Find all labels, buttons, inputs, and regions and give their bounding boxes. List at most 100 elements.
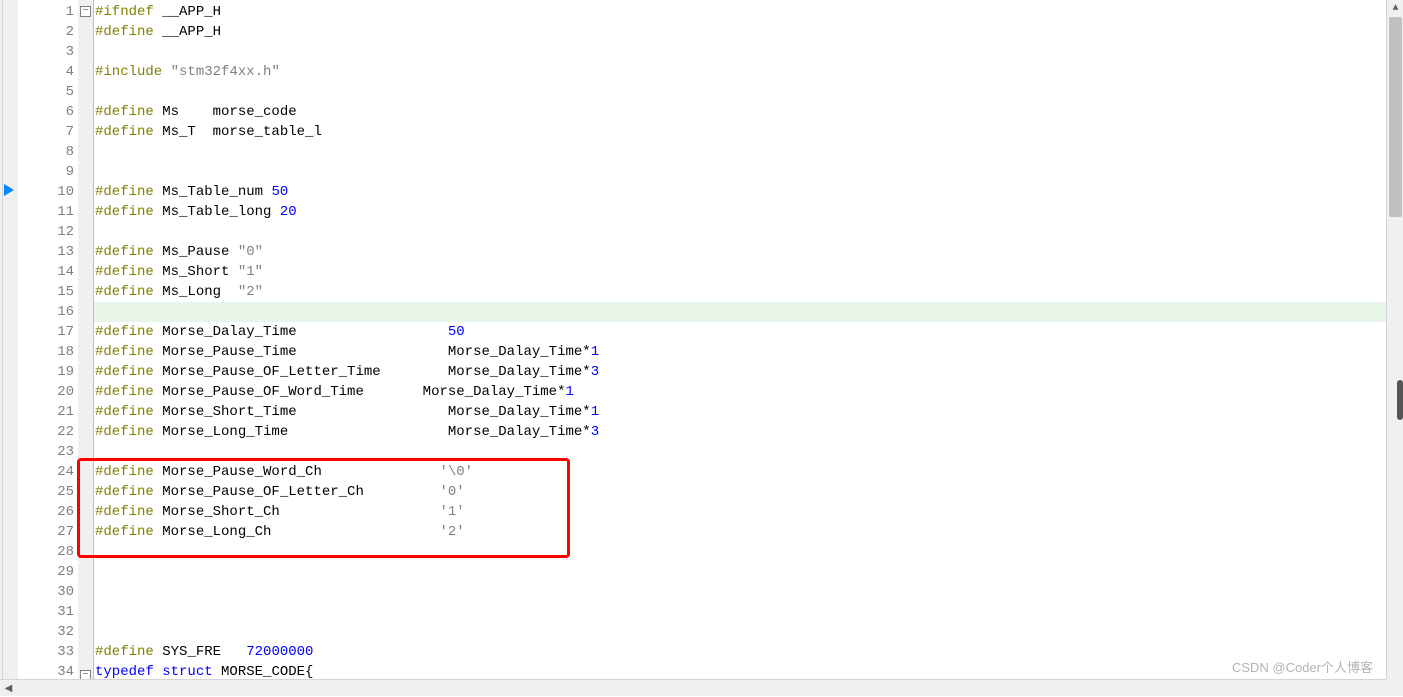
code-token: 50 [271, 184, 288, 200]
line-number: 8 [18, 142, 74, 162]
code-line[interactable]: #define Ms_Table_num 50 [94, 182, 1403, 202]
line-number: 21 [18, 402, 74, 422]
code-token: #define [95, 24, 162, 40]
line-number: 15 [18, 282, 74, 302]
code-line[interactable] [94, 582, 1403, 602]
code-token: Ms_Table_num [162, 184, 271, 200]
code-token: #define [95, 124, 162, 140]
code-line[interactable]: #define Ms_T morse_table_l [94, 122, 1403, 142]
code-line[interactable] [94, 442, 1403, 462]
line-number: 3 [18, 42, 74, 62]
code-line[interactable]: #define Morse_Short_Time Morse_Dalay_Tim… [94, 402, 1403, 422]
code-editor[interactable]: 1234567891011121314151617181920212223242… [0, 0, 1403, 696]
code-line[interactable]: #define Morse_Short_Ch '1' [94, 502, 1403, 522]
code-line[interactable]: #define Ms_Table_long 20 [94, 202, 1403, 222]
code-line[interactable]: #define Ms_Pause "0" [94, 242, 1403, 262]
code-token: '1' [439, 504, 464, 520]
code-token: #define [95, 464, 162, 480]
scroll-left-arrow-icon[interactable]: ◀ [0, 680, 17, 697]
code-line[interactable]: #define Morse_Long_Ch '2' [94, 522, 1403, 542]
code-token: 3 [591, 424, 599, 440]
vertical-scrollbar[interactable]: ▲ [1386, 0, 1403, 679]
code-line[interactable]: #define Morse_Pause_OF_Letter_Time Morse… [94, 362, 1403, 382]
code-line[interactable] [94, 622, 1403, 642]
code-token: Morse_Long_Ch [162, 524, 439, 540]
code-line[interactable]: #define Morse_Pause_OF_Word_Time Morse_D… [94, 382, 1403, 402]
line-number: 9 [18, 162, 74, 182]
code-token: Ms_Pause [162, 244, 238, 260]
code-line[interactable] [94, 542, 1403, 562]
code-line[interactable]: #define Ms morse_code [94, 102, 1403, 122]
code-token: Ms morse_code [162, 104, 296, 120]
line-number: 23 [18, 442, 74, 462]
code-line[interactable]: #include "stm32f4xx.h" [94, 62, 1403, 82]
code-token: 1 [565, 384, 573, 400]
line-number: 11 [18, 202, 74, 222]
code-line[interactable]: #define __APP_H [94, 22, 1403, 42]
line-number: 7 [18, 122, 74, 142]
code-line[interactable]: #define Morse_Dalay_Time 50 [94, 322, 1403, 342]
code-line[interactable]: #define SYS_FRE 72000000 [94, 642, 1403, 662]
code-token: #define [95, 484, 162, 500]
code-line[interactable]: #define Morse_Pause_Word_Ch '\0' [94, 462, 1403, 482]
line-number: 4 [18, 62, 74, 82]
code-line[interactable]: #ifndef __APP_H [94, 2, 1403, 22]
code-line[interactable]: #define Morse_Long_Time Morse_Dalay_Time… [94, 422, 1403, 442]
code-token: #define [95, 424, 162, 440]
vertical-scroll-thumb[interactable] [1389, 17, 1402, 217]
line-number: 19 [18, 362, 74, 382]
code-token: #define [95, 104, 162, 120]
line-number: 24 [18, 462, 74, 482]
code-token: #define [95, 244, 162, 260]
fold-gutter[interactable]: −− [78, 0, 94, 696]
code-token: __APP_H [162, 24, 221, 40]
code-token: Ms_T morse_table_l [162, 124, 322, 140]
code-token: #define [95, 324, 162, 340]
code-token: "2" [238, 284, 263, 300]
line-number: 16 [18, 302, 74, 322]
code-line[interactable] [94, 602, 1403, 622]
code-token: "0" [238, 244, 263, 260]
code-token: #include [95, 64, 171, 80]
code-token: #define [95, 184, 162, 200]
line-number: 33 [18, 642, 74, 662]
code-line[interactable] [94, 302, 1403, 322]
code-token: #define [95, 364, 162, 380]
horizontal-scrollbar[interactable]: ◀ [0, 679, 1386, 696]
code-line[interactable] [94, 82, 1403, 102]
code-token: #define [95, 504, 162, 520]
line-number: 31 [18, 602, 74, 622]
line-number: 13 [18, 242, 74, 262]
code-token: #define [95, 284, 162, 300]
line-number: 14 [18, 262, 74, 282]
fold-collapse-icon[interactable]: − [80, 6, 91, 17]
code-token: #define [95, 644, 162, 660]
line-number: 27 [18, 522, 74, 542]
code-line[interactable] [94, 142, 1403, 162]
code-line[interactable]: #define Morse_Pause_Time Morse_Dalay_Tim… [94, 342, 1403, 362]
code-line[interactable] [94, 162, 1403, 182]
code-token: typedef struct [95, 664, 221, 680]
code-line[interactable]: #define Ms_Long "2" [94, 282, 1403, 302]
line-number: 26 [18, 502, 74, 522]
code-line[interactable] [94, 222, 1403, 242]
code-token: Morse_Pause_OF_Letter_Time Morse_Dalay_T… [162, 364, 590, 380]
code-line[interactable] [94, 42, 1403, 62]
code-line[interactable] [94, 562, 1403, 582]
line-number-gutter: 1234567891011121314151617181920212223242… [18, 0, 78, 696]
code-token: Morse_Long_Time Morse_Dalay_Time* [162, 424, 590, 440]
line-number: 25 [18, 482, 74, 502]
code-line[interactable]: #define Morse_Pause_OF_Letter_Ch '0' [94, 482, 1403, 502]
code-token: Ms_Table_long [162, 204, 280, 220]
code-line[interactable]: #define Ms_Short "1" [94, 262, 1403, 282]
code-token: Morse_Short_Time Morse_Dalay_Time* [162, 404, 590, 420]
line-number: 32 [18, 622, 74, 642]
code-token: "stm32f4xx.h" [171, 64, 280, 80]
code-token: #define [95, 384, 162, 400]
code-token: Morse_Pause_OF_Letter_Ch [162, 484, 439, 500]
code-token: 1 [591, 404, 599, 420]
scroll-corner [1386, 679, 1403, 696]
breakpoint-gutter[interactable] [3, 0, 18, 696]
scroll-up-arrow-icon[interactable]: ▲ [1387, 0, 1403, 17]
code-area[interactable]: #ifndef __APP_H#define __APP_H#include "… [94, 0, 1403, 696]
